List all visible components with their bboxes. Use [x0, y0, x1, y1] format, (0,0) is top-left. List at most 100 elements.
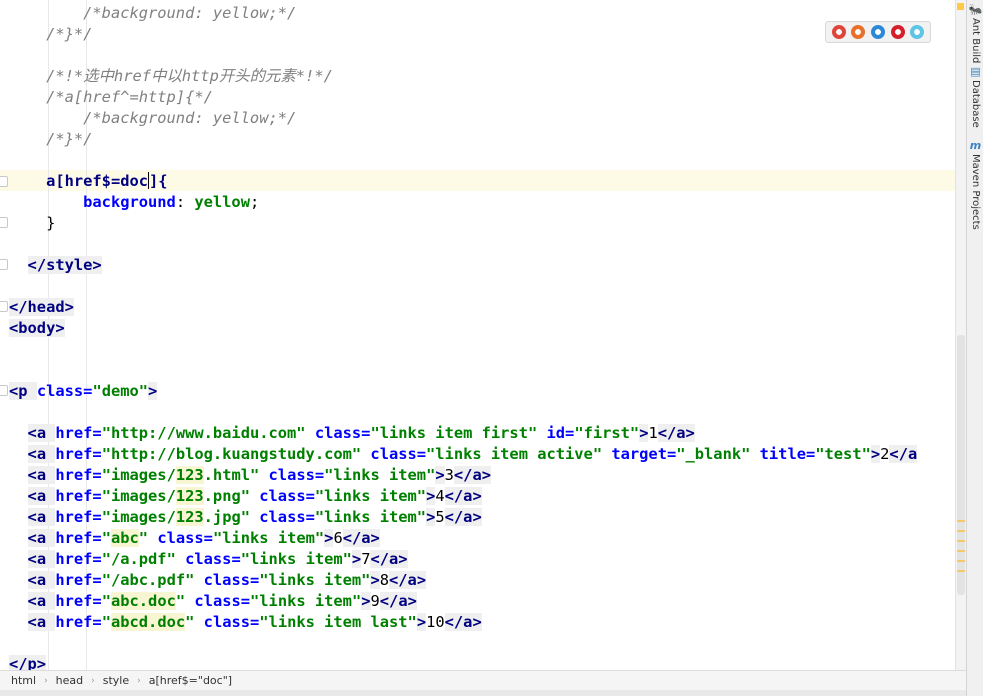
code-token: /*a[href^=http]{*/ [46, 88, 213, 106]
status-bar-edge [0, 690, 966, 696]
code-line[interactable]: <a href="images/123.jpg" class="links it… [9, 507, 482, 528]
code-token: </p> [9, 655, 47, 670]
code-token: <a [27, 592, 56, 610]
code-line[interactable]: /*}*/ [9, 24, 92, 45]
tool-label: Maven Projects [970, 154, 981, 230]
browser-preview-bar [825, 21, 931, 43]
code-token: </a> [444, 613, 482, 631]
breadcrumb-item[interactable]: style [103, 674, 129, 687]
error-stripe-mark[interactable] [957, 560, 965, 562]
code-token: 1 [648, 424, 658, 442]
code-line[interactable]: <a href="/a.pdf" class="links item">7</a… [9, 549, 408, 570]
code-token: class= [194, 571, 260, 589]
code-token: .png" [203, 487, 250, 505]
code-token: href= [55, 487, 102, 505]
chevron-right-icon: › [137, 675, 141, 686]
code-line[interactable]: background: yellow; [9, 192, 259, 213]
breadcrumb-item[interactable]: html [11, 674, 36, 687]
code-token: "http://www.baidu.com" [101, 424, 306, 442]
code-token: 123 [175, 508, 204, 526]
code-line[interactable]: <a href="images/123.html" class="links i… [9, 465, 491, 486]
code-token: </a> [444, 487, 482, 505]
code-line[interactable]: <a href="abc" class="links item">6</a> [9, 528, 380, 549]
code-line[interactable]: <a href="/abc.pdf" class="links item">8<… [9, 570, 427, 591]
fold-marker[interactable] [0, 385, 8, 396]
fold-marker[interactable] [0, 259, 8, 270]
fold-marker[interactable] [0, 301, 8, 312]
code-line[interactable]: } [9, 213, 55, 234]
code-editor[interactable]: /*background: yellow;*/ /*}*/ /*!*选中href… [0, 0, 955, 670]
tool-ant-build[interactable]: 🐜 Ant Build [967, 4, 983, 64]
code-line[interactable]: /*background: yellow;*/ [9, 3, 296, 24]
code-token: class= [305, 424, 371, 442]
code-token: </a> [389, 571, 427, 589]
error-stripe-mark[interactable] [957, 540, 965, 542]
code-token: abc [110, 529, 139, 547]
tool-database[interactable]: ▤ Database [967, 66, 983, 128]
code-token: "images/ [101, 508, 176, 526]
code-line[interactable]: /*a[href^=http]{*/ [9, 87, 213, 108]
code-token: <body> [9, 319, 65, 337]
scroll-thumb[interactable] [957, 335, 965, 595]
ie-icon[interactable] [910, 25, 925, 39]
error-stripe-mark[interactable] [957, 530, 965, 532]
code-line[interactable]: /*}*/ [9, 129, 92, 150]
code-token: <a [27, 529, 56, 547]
breadcrumb: html › head › style › a[href$="doc"] [0, 670, 966, 690]
code-token: " [101, 592, 111, 610]
fold-marker[interactable] [0, 176, 8, 187]
code-line[interactable]: /*background: yellow;*/ [9, 108, 296, 129]
chrome-icon[interactable] [831, 25, 846, 39]
code-line[interactable]: <a href="http://www.baidu.com" class="li… [9, 423, 695, 444]
code-token: "/abc.pdf" [101, 571, 195, 589]
opera-icon[interactable] [890, 25, 905, 39]
code-line[interactable]: <p class="demo"> [9, 381, 158, 402]
right-tool-window-bar: 🐜 Ant Build ▤ Database m Maven Projects [966, 0, 983, 696]
code-line[interactable]: <body> [9, 318, 65, 339]
fold-marker[interactable] [0, 217, 8, 228]
code-token: yellow [194, 193, 250, 211]
tool-maven-projects[interactable]: m Maven Projects [967, 140, 983, 230]
code-token: > [370, 571, 380, 589]
analysis-status-icon[interactable] [957, 3, 964, 10]
error-stripe-mark[interactable] [957, 520, 965, 522]
code-line[interactable]: </style> [9, 255, 102, 276]
code-token: </a> [453, 466, 491, 484]
code-token: "links item" [314, 508, 427, 526]
code-token: class= [175, 550, 241, 568]
code-line[interactable]: </p> [9, 654, 47, 670]
code-line[interactable]: </head> [9, 297, 74, 318]
breadcrumb-item[interactable]: head [56, 674, 83, 687]
code-line[interactable]: /*!*选中href中以http开头的元素*!*/ [9, 66, 333, 87]
code-line[interactable]: <a href="abcd.doc" class="links item las… [9, 612, 482, 633]
code-token: "images/ [101, 487, 176, 505]
safari-icon[interactable] [870, 25, 885, 39]
code-line[interactable]: <a href="http://blog.kuangstudy.com" cla… [9, 444, 918, 465]
code-token: 8 [379, 571, 390, 589]
firefox-icon[interactable] [851, 25, 866, 39]
code-token: target= [602, 445, 677, 463]
code-line[interactable]: a[href$=doc]{ [9, 171, 168, 192]
code-token: "first" [574, 424, 640, 442]
code-token: href= [55, 529, 102, 547]
code-token: </a> [342, 529, 380, 547]
code-token: "demo" [92, 382, 149, 400]
code-line[interactable]: <a href="images/123.png" class="links it… [9, 486, 482, 507]
code-token: : [175, 193, 195, 211]
code-token: 123 [175, 466, 204, 484]
breadcrumb-item[interactable]: a[href$="doc"] [149, 674, 232, 687]
error-stripe-mark[interactable] [957, 570, 965, 572]
error-stripe-mark[interactable] [957, 550, 965, 552]
code-token: <a [27, 487, 56, 505]
code-line[interactable]: <a href="abc.doc" class="links item">9</… [9, 591, 417, 612]
code-token: "links item" [324, 466, 436, 484]
